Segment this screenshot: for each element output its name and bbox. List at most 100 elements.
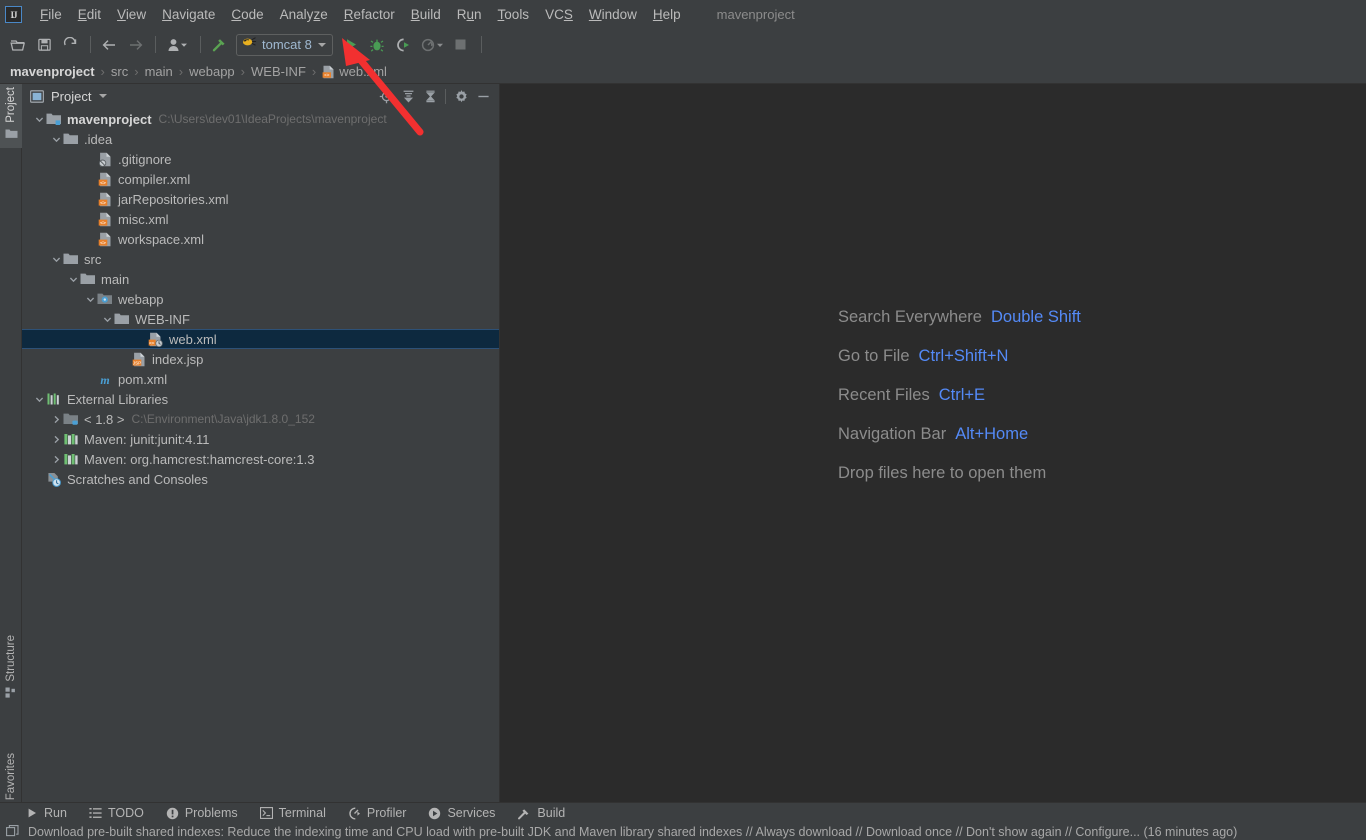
services-icon [428, 807, 441, 820]
chevron-down-icon[interactable] [101, 309, 114, 329]
notification-icon[interactable] [6, 825, 19, 838]
chevron-down-icon[interactable] [67, 269, 80, 289]
chevron-down-icon[interactable] [50, 249, 63, 269]
menu-item-edit[interactable]: Edit [70, 4, 109, 25]
breadcrumb-item-4[interactable]: WEB-INF [251, 64, 306, 79]
menu-item-view[interactable]: View [109, 4, 154, 25]
terminal-icon [259, 807, 273, 819]
expand-all-icon[interactable] [397, 85, 419, 107]
tree-no-chevron [84, 369, 97, 389]
bottom-tab-terminal[interactable]: Terminal [259, 806, 326, 820]
menu-item-file[interactable]: File [32, 4, 70, 25]
run-with-coverage-button[interactable] [391, 33, 415, 57]
chevron-down-icon[interactable] [50, 129, 63, 149]
tree-node-main[interactable]: main [22, 269, 499, 289]
problems-warning-icon [166, 807, 179, 820]
tree-node-label: compiler.xml [118, 171, 191, 187]
tree-no-chevron [84, 229, 97, 249]
tree-node-gitignore[interactable]: .gitignore [22, 149, 499, 169]
tomcat-icon [242, 35, 257, 54]
save-icon[interactable] [32, 33, 56, 57]
editor-shortcut-hints: Search Everywhere Double Shift Go to File C… [838, 298, 1081, 493]
tree-node-web-inf[interactable]: WEB-INF [22, 309, 499, 329]
project-tool-window: Project mavenproject C:\Users\dev01\Idea… [22, 84, 500, 802]
menu-item-run[interactable]: Run [449, 4, 490, 25]
chevron-down-icon[interactable] [33, 389, 46, 409]
hide-minimize-icon[interactable] [472, 85, 494, 107]
tree-node-src[interactable]: src [22, 249, 499, 269]
arrow-right-icon[interactable] [123, 33, 147, 57]
svg-text:<>: <> [324, 72, 330, 77]
menu-item-window[interactable]: Window [581, 4, 645, 25]
menu-item-analyze[interactable]: Analyze [272, 4, 336, 25]
shortcut-hint-label: Search Everywhere [838, 308, 982, 326]
bottom-tab-run[interactable]: Run [26, 806, 67, 820]
breadcrumb-separator: › [240, 64, 245, 79]
menu-item-code[interactable]: Code [223, 4, 271, 25]
tree-node-maven-org-hamcrest-hamcrest-core-1-3[interactable]: Maven: org.hamcrest:hamcrest-core:1.3 [22, 449, 499, 469]
tree-no-chevron [84, 169, 97, 189]
chevron-down-icon[interactable] [99, 94, 108, 98]
chevron-down-icon[interactable] [84, 289, 97, 309]
menu-item-refactor[interactable]: Refactor [336, 4, 403, 25]
run-button[interactable] [339, 33, 363, 57]
menu-item-navigate[interactable]: Navigate [154, 4, 223, 25]
breadcrumb-separator: › [178, 64, 184, 79]
tree-node-idea[interactable]: .idea [22, 129, 499, 149]
chevron-right-icon[interactable] [50, 429, 63, 449]
menu-item-build[interactable]: Build [403, 4, 449, 25]
breadcrumb-item-2[interactable]: main [145, 64, 173, 79]
tree-node-1-8[interactable]: < 1.8 > C:\Environment\Java\jdk1.8.0_152 [22, 409, 499, 429]
tree-node-pom-xml[interactable]: m pom.xml [22, 369, 499, 389]
tree-node-mavenproject[interactable]: mavenproject C:\Users\dev01\IdeaProjects\… [22, 109, 499, 129]
menu-item-vcs[interactable]: VCS [537, 4, 581, 25]
status-bar: Download pre-built shared indexes: Reduc… [0, 823, 1366, 840]
menu-bar: IJ File Edit View Navigate Code Analyze Refact… [0, 0, 1366, 29]
arrow-left-icon[interactable] [97, 33, 121, 57]
tree-node-webapp[interactable]: webapp [22, 289, 499, 309]
sidebar-item-structure[interactable]: Structure [0, 632, 22, 707]
select-opened-file-icon[interactable] [375, 85, 397, 107]
tree-node-label: web.xml [169, 331, 217, 347]
tree-node-jarrepositories-xml[interactable]: <> jarRepositories.xml [22, 189, 499, 209]
chevron-down-icon[interactable] [33, 109, 46, 129]
folder-icon [63, 131, 79, 147]
tree-node-compiler-xml[interactable]: <> compiler.xml [22, 169, 499, 189]
hammer-icon[interactable] [207, 33, 231, 57]
bottom-tab-todo[interactable]: TODO [89, 806, 144, 820]
breadcrumb-item-1[interactable]: src [111, 64, 128, 79]
user-profile-icon[interactable] [162, 33, 192, 57]
settings-gear-icon[interactable] [450, 85, 472, 107]
open-folder-icon[interactable] [6, 33, 30, 57]
breadcrumb-item-3[interactable]: webapp [189, 64, 235, 79]
menu-item-help[interactable]: Help [645, 4, 689, 25]
toolbar-divider-3 [200, 36, 201, 53]
stop-button[interactable] [449, 33, 473, 57]
tree-node-maven-junit-junit-4-11[interactable]: Maven: junit:junit:4.11 [22, 429, 499, 449]
bottom-tab-problems[interactable]: Problems [166, 806, 238, 820]
menu-item-tools[interactable]: Tools [490, 4, 538, 25]
bottom-tab-profiler[interactable]: Profiler [348, 806, 406, 820]
refresh-icon[interactable] [58, 33, 82, 57]
tree-node-scratches-and-consoles[interactable]: Scratches and Consoles [22, 469, 499, 489]
collapse-all-icon[interactable] [419, 85, 441, 107]
editor-empty-area[interactable]: Search Everywhere Double Shift Go to File C… [500, 84, 1366, 802]
debug-button[interactable] [365, 33, 389, 57]
chevron-right-icon[interactable] [50, 449, 63, 469]
tree-node-web-xml[interactable]: <> web.xml [22, 329, 499, 349]
breadcrumb-item-0[interactable]: mavenproject [10, 64, 95, 79]
sidebar-item-project[interactable]: Project [0, 84, 22, 148]
breadcrumb-file[interactable]: <> web.xml [322, 64, 387, 79]
tree-node-index-jsp[interactable]: JSP index.jsp [22, 349, 499, 369]
chevron-right-icon[interactable] [50, 409, 63, 429]
status-bar-message[interactable]: Download pre-built shared indexes: Reduc… [28, 825, 1237, 839]
tree-node-misc-xml[interactable]: <> misc.xml [22, 209, 499, 229]
tree-node-workspace-xml[interactable]: <> workspace.xml [22, 229, 499, 249]
tree-node-external-libraries[interactable]: External Libraries [22, 389, 499, 409]
profile-run-button[interactable] [417, 33, 447, 57]
bottom-tab-services[interactable]: Services [428, 806, 495, 820]
run-configuration-selector[interactable]: tomcat 8 [236, 33, 333, 56]
bottom-tab-build[interactable]: Build [517, 806, 565, 820]
